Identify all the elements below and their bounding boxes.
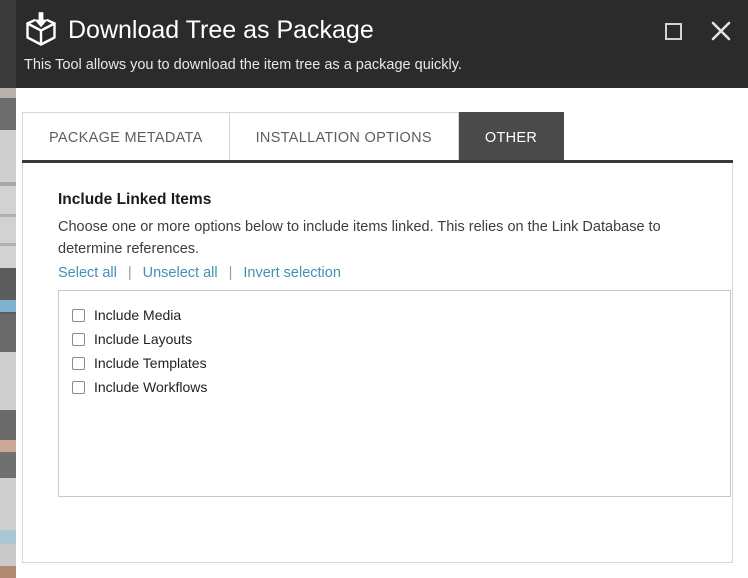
checkbox-label: Include Templates: [94, 355, 207, 371]
invert-selection-link[interactable]: Invert selection: [243, 265, 341, 281]
background-page-strip: [0, 0, 16, 578]
section-description: Choose one or more options below to incl…: [58, 219, 661, 257]
checkbox-label: Include Layouts: [94, 331, 193, 347]
tab-package-metadata[interactable]: PACKAGE METADATA: [22, 112, 230, 162]
checkbox-row-include-workflows[interactable]: Include Workflows: [59, 375, 730, 399]
tab-label: OTHER: [484, 129, 538, 146]
checkbox-label: Include Workflows: [94, 379, 208, 395]
checkbox-icon[interactable]: [72, 308, 85, 322]
section-title: Include Linked Items: [58, 191, 212, 208]
window-controls: [658, 16, 736, 46]
dialog-titlebar: Download Tree as Package This Tool allow…: [16, 0, 748, 88]
link-separator: |: [127, 265, 132, 281]
tab-installation-options[interactable]: INSTALLATION OPTIONS: [229, 112, 459, 162]
tab-label: INSTALLATION OPTIONS: [255, 129, 432, 146]
include-linked-items-list: Include Media Include Layouts Include Te…: [58, 290, 731, 497]
close-icon: [711, 21, 731, 41]
checkbox-row-include-media[interactable]: Include Media: [59, 303, 730, 327]
checkbox-icon[interactable]: [72, 380, 85, 394]
dialog-title: Download Tree as Package: [68, 16, 374, 44]
select-all-link[interactable]: Select all: [58, 265, 117, 281]
dialog-window: Download Tree as Package This Tool allow…: [16, 0, 748, 578]
checkbox-label: Include Media: [94, 307, 182, 323]
unselect-all-link[interactable]: Unselect all: [143, 265, 218, 281]
app-screen: Download Tree as Package This Tool allow…: [0, 0, 748, 578]
tab-strip: PACKAGE METADATA INSTALLATION OPTIONS OT…: [22, 112, 565, 162]
dialog-subtitle: This Tool allows you to download the ite…: [24, 57, 462, 73]
checkbox-icon[interactable]: [72, 356, 85, 370]
selection-actions: Select all | Unselect all | Invert selec…: [58, 265, 341, 281]
link-separator: |: [228, 265, 233, 281]
package-download-icon: [22, 11, 60, 49]
title-row: Download Tree as Package: [22, 11, 374, 49]
checkbox-icon[interactable]: [72, 332, 85, 346]
tab-content-panel: Include Linked Items Choose one or more …: [22, 163, 733, 563]
tab-label: PACKAGE METADATA: [49, 129, 203, 146]
close-button[interactable]: [706, 16, 736, 46]
checkbox-row-include-layouts[interactable]: Include Layouts: [59, 327, 730, 351]
maximize-icon: [664, 22, 682, 40]
maximize-button[interactable]: [658, 16, 688, 46]
checkbox-row-include-templates[interactable]: Include Templates: [59, 351, 730, 375]
tab-other[interactable]: OTHER: [458, 112, 565, 162]
